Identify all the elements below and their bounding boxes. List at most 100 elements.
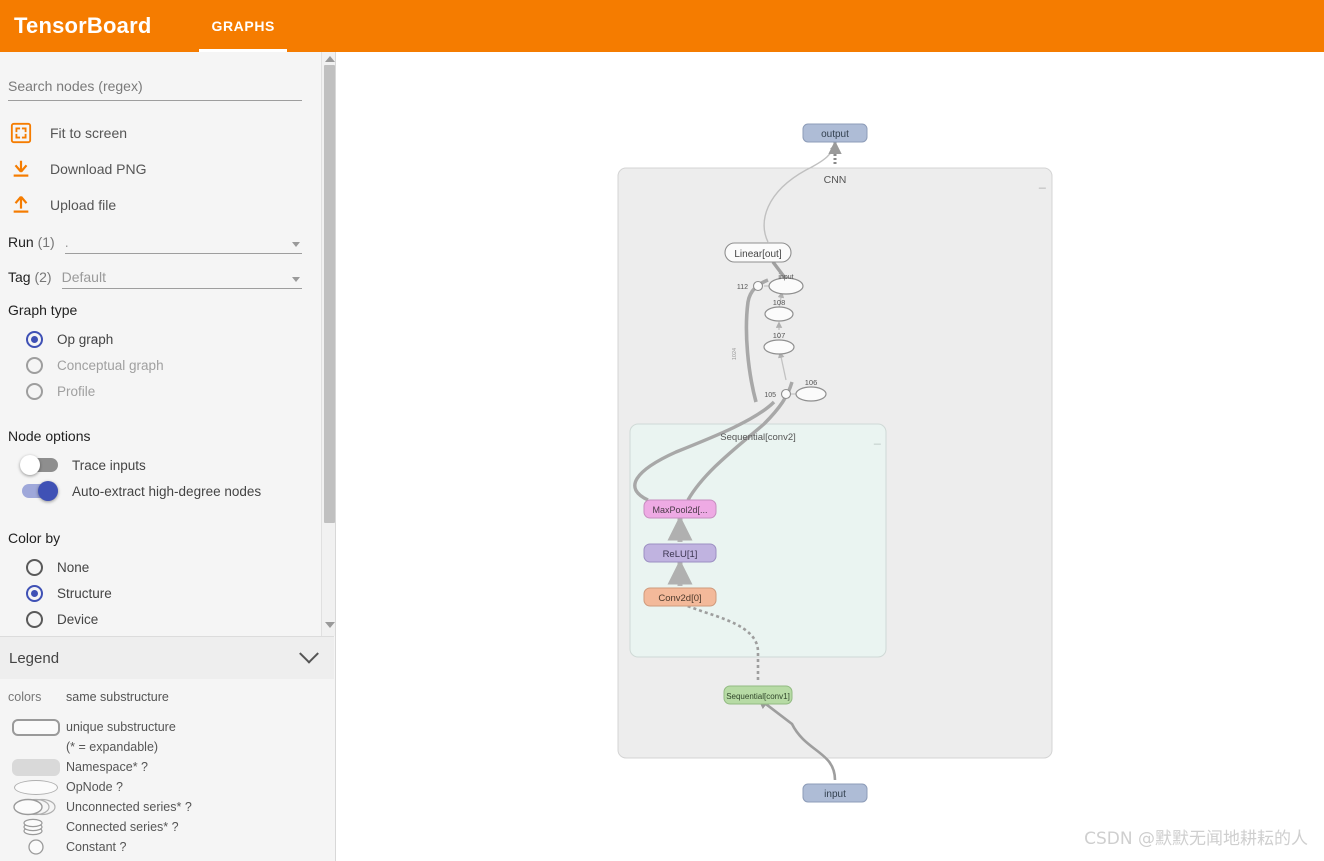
- legend-label-unconnected-series[interactable]: Unconnected series* ?: [66, 800, 192, 814]
- toggle-trace-inputs-knob: [20, 455, 40, 475]
- legend-row-unique-substructure: unique substructure: [0, 717, 334, 737]
- legend-label-constant[interactable]: Constant ?: [66, 840, 126, 854]
- run-selector-field[interactable]: .: [64, 231, 302, 254]
- group-seq-conv2-label: Sequential[conv2]: [720, 432, 796, 443]
- legend-title: Legend: [9, 649, 60, 667]
- fit-to-screen-icon: [8, 120, 34, 146]
- sidebar: Fit to screen Download PNG Upload file: [0, 52, 336, 861]
- legend-row-opnode: OpNode ?: [0, 777, 334, 797]
- unconnected-series-icon: [8, 798, 64, 816]
- radio-conceptual-graph-indicator: [26, 356, 43, 374]
- radio-color-structure-indicator: [26, 584, 43, 602]
- run-selector[interactable]: Run (1) .: [8, 228, 302, 254]
- op-node-106: [795, 386, 827, 402]
- sidebar-scroll-region: Fit to screen Download PNG Upload file: [0, 52, 321, 636]
- radio-color-structure[interactable]: Structure: [26, 581, 112, 605]
- group-cnn-label: CNN: [824, 174, 847, 186]
- upload-icon: [8, 192, 34, 218]
- download-png-button[interactable]: Download PNG: [8, 154, 302, 184]
- legend-row-constant: Constant ?: [0, 837, 334, 857]
- group-cnn-collapse-icon: _: [1038, 175, 1046, 189]
- tag-selector[interactable]: Tag (2) Default: [8, 263, 302, 289]
- sidebar-scrollbar[interactable]: [321, 52, 335, 636]
- radio-op-graph-label: Op graph: [57, 331, 114, 347]
- legend-header[interactable]: Legend: [0, 636, 334, 680]
- fit-to-screen-button[interactable]: Fit to screen: [8, 118, 302, 148]
- legend-row-expandable-note: (* = expandable): [0, 737, 334, 757]
- toggle-trace-inputs-track: [20, 455, 58, 475]
- radio-conceptual-graph[interactable]: Conceptual graph: [26, 353, 164, 377]
- const-node-112-label: 112: [737, 284, 748, 291]
- toggle-auto-extract-label: Auto-extract high-degree nodes: [72, 483, 262, 499]
- toggle-trace-inputs[interactable]: Trace inputs: [20, 452, 146, 478]
- legend-body: colors same substructure unique substruc…: [0, 679, 334, 861]
- legend-row-unconnected-series: Unconnected series* ?: [0, 797, 334, 817]
- toggle-auto-extract[interactable]: Auto-extract high-degree nodes: [22, 478, 261, 504]
- node-input-label: input: [824, 789, 846, 800]
- tag-selector-value: Default: [61, 269, 106, 285]
- tab-graphs[interactable]: GRAPHS: [191, 0, 295, 52]
- op-node-108-label: 108: [773, 298, 786, 307]
- app-brand: TensorBoard: [14, 13, 152, 38]
- legend-label-opnode[interactable]: OpNode ?: [66, 780, 123, 794]
- radio-color-device-indicator: [26, 610, 43, 628]
- search-input[interactable]: [8, 78, 302, 101]
- toggle-auto-extract-track: [22, 481, 58, 501]
- top-bar: TensorBoard GRAPHS: [0, 0, 1324, 52]
- radio-color-device[interactable]: Device: [26, 607, 98, 631]
- tab-bar: GRAPHS: [191, 0, 295, 52]
- node-output-label: output: [821, 129, 849, 140]
- opnode-icon: [8, 779, 64, 795]
- radio-profile[interactable]: Profile: [26, 379, 95, 403]
- group-seq-conv2-container: [629, 423, 887, 658]
- radio-color-structure-label: Structure: [57, 585, 112, 601]
- node-linear-out-label: Linear[out]: [734, 249, 781, 260]
- legend-label-expandable-note: (* = expandable): [66, 740, 159, 754]
- scroll-down-arrow-icon[interactable]: [325, 622, 335, 628]
- chevron-down-icon: [292, 277, 300, 282]
- download-icon: [8, 156, 34, 182]
- color-by-heading: Color by: [8, 530, 61, 546]
- chevron-down-icon: [299, 643, 319, 664]
- op-node-107: [763, 339, 795, 355]
- node-maxpool2d-label: MaxPool2d[...: [652, 505, 707, 515]
- const-node-105-label: 105: [764, 392, 776, 399]
- legend-colors-label: colors: [8, 690, 42, 704]
- radio-color-none[interactable]: None: [26, 555, 89, 579]
- legend-row-namespace: Namespace* ?: [0, 757, 334, 777]
- run-selector-label: Run (1): [8, 234, 55, 250]
- radio-profile-indicator: [26, 382, 43, 400]
- run-selector-value: .: [64, 234, 69, 250]
- scroll-up-arrow-icon[interactable]: [325, 56, 335, 62]
- watermark-text: CSDN @默默无闻地耕耘的人: [1084, 829, 1308, 849]
- radio-profile-label: Profile: [57, 383, 96, 399]
- radio-color-device-label: Device: [57, 611, 99, 627]
- legend-row-partial: [0, 857, 334, 861]
- upload-file-button[interactable]: Upload file: [8, 190, 302, 220]
- op-node-input-label: input: [778, 274, 793, 281]
- legend-label-namespace[interactable]: Namespace* ?: [66, 760, 148, 774]
- edge-label-vertical: 1024: [732, 348, 738, 360]
- tag-selector-field[interactable]: Default: [61, 266, 302, 289]
- group-seq-conv2-collapse-icon: _: [873, 431, 881, 445]
- fit-to-screen-label: Fit to screen: [50, 125, 128, 141]
- radio-color-none-indicator: [26, 558, 43, 576]
- op-node-108: [764, 306, 794, 322]
- op-node-106-label: 106: [805, 378, 818, 387]
- const-node-112: [752, 280, 764, 292]
- radio-op-graph[interactable]: Op graph: [26, 327, 113, 351]
- legend-label-connected-series[interactable]: Connected series* ?: [66, 820, 179, 834]
- constant-icon: [8, 838, 64, 856]
- op-node-107-label: 107: [773, 331, 786, 340]
- tab-graphs-label: GRAPHS: [211, 18, 275, 34]
- radio-op-graph-indicator: [26, 330, 43, 348]
- sidebar-scrollbar-thumb[interactable]: [324, 65, 335, 523]
- toggle-trace-inputs-label: Trace inputs: [72, 457, 146, 473]
- node-conv2d-label: Conv2d[0]: [658, 593, 701, 604]
- toggle-auto-extract-knob: [38, 481, 58, 501]
- legend-row-connected-series: Connected series* ?: [0, 817, 334, 837]
- graph-canvas[interactable]: _ _ input 108 107 106 112 105 1024 outpu…: [336, 52, 1324, 861]
- graph-svg[interactable]: _ _ input 108 107 106 112 105 1024 outpu…: [336, 52, 1324, 861]
- const-node-105: [780, 388, 792, 400]
- legend-row-same-substructure: colors same substructure: [0, 687, 334, 707]
